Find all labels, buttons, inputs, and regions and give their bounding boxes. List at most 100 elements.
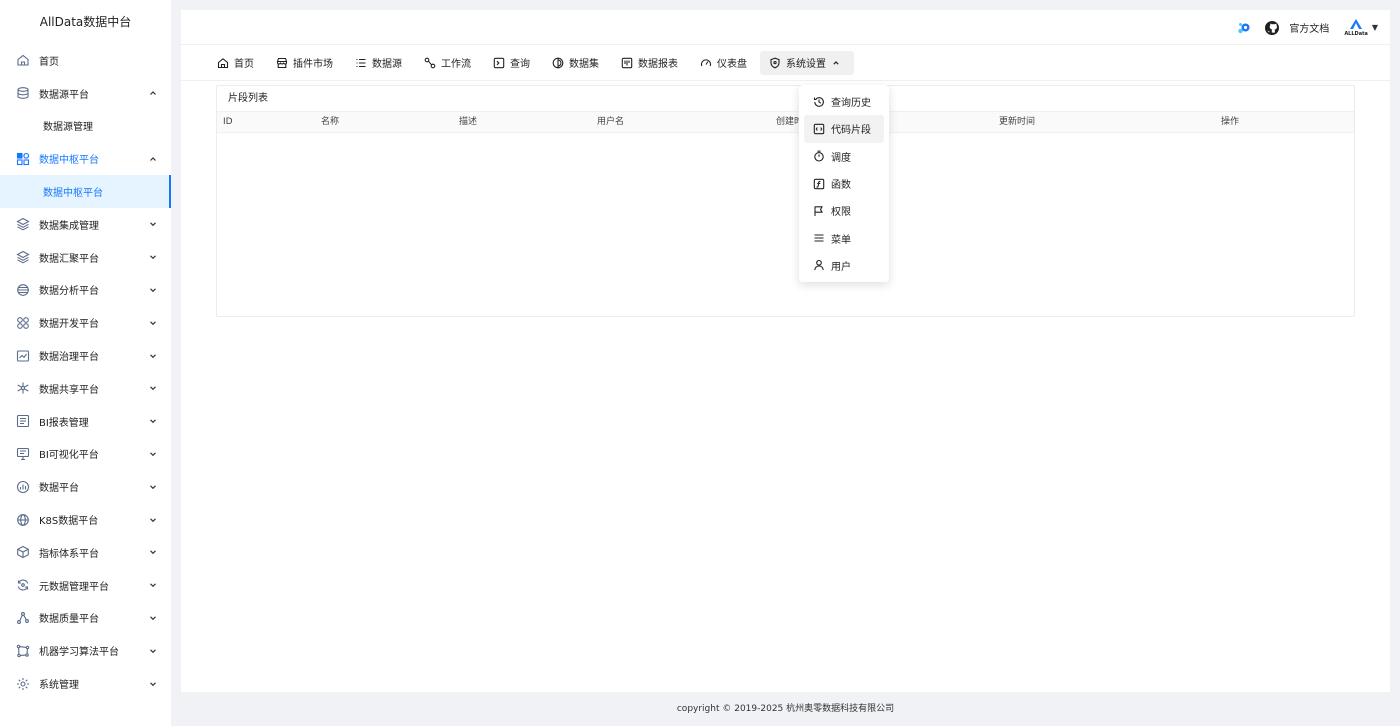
sidebar-item-datasource-manage[interactable]: 数据源管理 xyxy=(0,110,171,143)
sidebar-item-label: 指标体系平台 xyxy=(39,548,99,560)
nav-query[interactable]: 查询 xyxy=(484,51,539,75)
table-header: ID 名称 描述 用户名 创建时 更新时间 操作 xyxy=(217,111,1354,133)
menu-item-function[interactable]: 函数 xyxy=(804,170,884,197)
menu-item-permission[interactable]: 权限 xyxy=(804,197,884,224)
function-icon xyxy=(813,178,825,189)
sidebar-item-bi-visual[interactable]: BI可视化平台 xyxy=(0,438,171,471)
github-icon[interactable] xyxy=(1264,20,1280,36)
dataset-icon xyxy=(552,57,564,68)
chevron-down-icon xyxy=(150,222,156,227)
column-header-updated: 更新时间 xyxy=(999,117,1036,127)
nav-datasource[interactable]: 数据源 xyxy=(346,51,411,75)
timer-icon xyxy=(814,150,824,162)
nav-label: 数据源 xyxy=(372,59,402,70)
globe-icon xyxy=(16,283,30,297)
nav-workflow[interactable]: 工作流 xyxy=(415,51,480,75)
sidebar-item-sharing[interactable]: 数据共享平台 xyxy=(0,372,171,405)
nav-report[interactable]: 数据报表 xyxy=(612,51,687,75)
nav-label: 数据集 xyxy=(569,59,599,70)
report-icon xyxy=(16,414,30,428)
sidebar-item-system[interactable]: 系统管理 xyxy=(0,667,171,700)
sidebar-item-home[interactable]: 首页 xyxy=(0,44,171,77)
column-header-actions: 操作 xyxy=(1221,117,1240,127)
sidebar-item-label: 数据源管理 xyxy=(43,122,93,134)
alldata-logo: ALLData xyxy=(1344,18,1368,37)
nav-dataset[interactable]: 数据集 xyxy=(543,51,608,75)
menu-item-label: 菜单 xyxy=(831,234,851,246)
sidebar-item-quality[interactable]: 数据质量平台 xyxy=(0,602,171,635)
main-panel: 官方文档 ALLData ▼ 首页 插件市场 数据源 工作流 查询 数据集 数据… xyxy=(181,10,1390,692)
menu-item-schedule[interactable]: 调度 xyxy=(804,143,884,170)
chevron-up-icon xyxy=(833,60,839,65)
sidebar-item-aggregation[interactable]: 数据汇聚平台 xyxy=(0,241,171,274)
column-header-username: 用户名 xyxy=(597,117,625,127)
terminal-icon xyxy=(493,57,505,68)
bar-chart-icon xyxy=(16,480,30,494)
menu-item-user[interactable]: 用户 xyxy=(804,252,884,279)
nav-system-settings[interactable]: 系统设置 xyxy=(760,50,854,75)
settings-icon xyxy=(16,677,30,691)
nav-label: 数据报表 xyxy=(638,59,678,70)
sidebar-item-metadata[interactable]: 元数据管理平台 xyxy=(0,569,171,602)
gauge-icon xyxy=(700,58,712,66)
sidebar-item-development[interactable]: 数据开发平台 xyxy=(0,306,171,339)
nav-dashboard[interactable]: 仪表盘 xyxy=(691,51,756,75)
menu-item-menu[interactable]: 菜单 xyxy=(804,224,884,251)
docs-link[interactable]: 官方文档 xyxy=(1289,20,1329,35)
sidebar-item-integration[interactable]: 数据集成管理 xyxy=(0,208,171,241)
chevron-down-icon xyxy=(150,288,156,293)
menu-item-label: 函数 xyxy=(831,180,851,192)
user-icon xyxy=(814,260,824,271)
sidebar: AllData数据中台 首页 数据源平台 数据源管理 数据中枢平台 数据中枢平台… xyxy=(0,0,171,726)
layers-icon xyxy=(16,250,30,264)
chevron-down-icon xyxy=(150,681,156,686)
chevron-up-icon xyxy=(150,156,156,161)
sidebar-menu: 首页 数据源平台 数据源管理 数据中枢平台 数据中枢平台 数据集成管理 数据汇聚… xyxy=(0,44,171,700)
sidebar-item-label: 数据质量平台 xyxy=(39,614,99,626)
chevron-down-icon xyxy=(150,353,156,358)
sidebar-item-k8s[interactable]: K8S数据平台 xyxy=(0,503,171,536)
sidebar-item-data-platform[interactable]: 数据平台 xyxy=(0,470,171,503)
layers-icon xyxy=(16,217,30,231)
nav-label: 系统设置 xyxy=(786,59,826,70)
sidebar-item-label: 元数据管理平台 xyxy=(39,581,109,593)
sidebar-item-bi-report[interactable]: BI报表管理 xyxy=(0,405,171,438)
sidebar-item-label: 数据中枢平台 xyxy=(43,188,103,200)
globe-icon xyxy=(16,513,30,527)
sidebar-item-label: BI报表管理 xyxy=(39,417,89,429)
sidebar-item-ml[interactable]: 机器学习算法平台 xyxy=(0,634,171,667)
scatter-icon xyxy=(16,611,30,625)
sidebar-item-label: 数据开发平台 xyxy=(39,319,99,331)
brand-title: AllData数据中台 xyxy=(39,15,132,29)
sidebar-item-data-hub[interactable]: 数据中枢平台 xyxy=(0,142,171,175)
share-icon xyxy=(16,381,30,395)
sidebar-item-datasource-platform[interactable]: 数据源平台 xyxy=(0,77,171,110)
chevron-down-icon xyxy=(150,485,156,489)
chevron-down-icon xyxy=(150,616,156,621)
chevron-down-icon xyxy=(150,452,156,457)
menu-icon xyxy=(814,234,824,242)
sidebar-item-data-hub-sub[interactable]: 数据中枢平台 xyxy=(0,175,171,208)
history-icon xyxy=(813,96,824,107)
menu-item-label: 查询历史 xyxy=(831,98,871,110)
sidebar-item-metrics[interactable]: 指标体系平台 xyxy=(0,536,171,569)
plugin-icon[interactable] xyxy=(1236,20,1252,36)
graph-icon xyxy=(16,644,30,658)
sidebar-item-analysis[interactable]: 数据分析平台 xyxy=(0,274,171,307)
topbar-actions: 官方文档 ALLData ▼ xyxy=(1224,10,1378,45)
nav-label: 工作流 xyxy=(441,59,471,70)
user-menu[interactable]: ALLData ▼ xyxy=(1344,18,1378,37)
menu-item-code-snippet[interactable]: 代码片段 xyxy=(804,115,884,143)
menu-item-query-history[interactable]: 查询历史 xyxy=(804,88,884,115)
shield-icon xyxy=(770,57,780,68)
chevron-down-icon xyxy=(150,255,156,260)
sidebar-item-label: 系统管理 xyxy=(39,680,79,692)
chevron-down-icon xyxy=(150,321,156,325)
sidebar-item-governance[interactable]: 数据治理平台 xyxy=(0,339,171,372)
nav-home[interactable]: 首页 xyxy=(208,51,263,75)
chevron-down-icon xyxy=(150,550,156,555)
nav-plugin-market[interactable]: 插件市场 xyxy=(267,51,342,75)
logo-text: ALLData xyxy=(1344,30,1368,37)
report-icon xyxy=(621,57,633,68)
chevron-down-icon xyxy=(150,649,156,653)
